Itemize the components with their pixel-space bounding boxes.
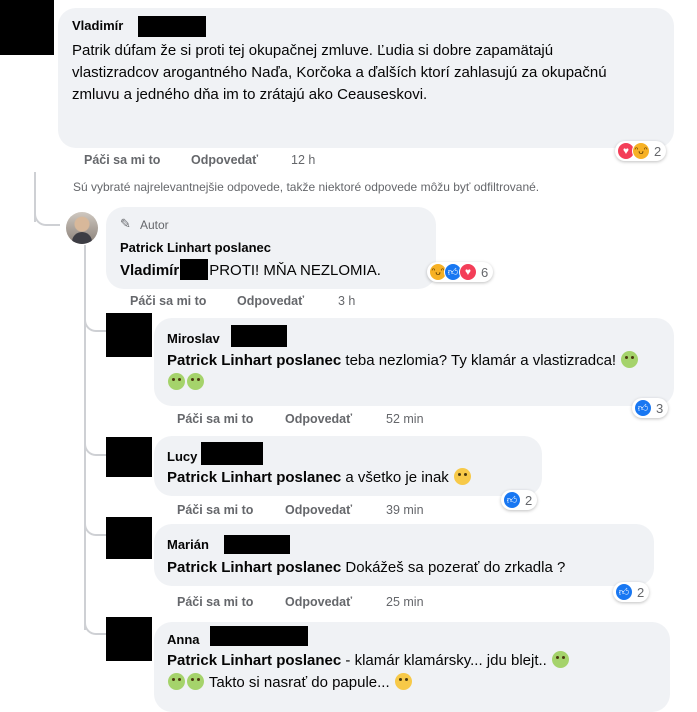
reply-button[interactable]: Odpovedať	[285, 503, 352, 517]
thread-elbow-marian	[84, 514, 106, 536]
reaction-count: 2	[637, 584, 645, 600]
name-redaction	[138, 16, 206, 37]
comment-text: Patrick Linhart poslanec teba nezlomia? …	[167, 350, 647, 394]
reaction-summary[interactable]: ♥ ᵔᴗᵔ 2	[615, 141, 667, 161]
name-redaction	[224, 535, 290, 554]
reply-button[interactable]: Odpovedať	[237, 294, 304, 308]
nauseated-face-icon	[187, 373, 204, 390]
comment-timestamp[interactable]: 52 min	[386, 412, 424, 426]
face-icon	[394, 673, 412, 690]
comment-timestamp[interactable]: 3 h	[338, 294, 355, 308]
comment-body: Dokážeš sa pozerať do zrkadla ?	[345, 559, 566, 576]
comment-body: PROTI! MŇA NEZLOMIA.	[209, 262, 381, 279]
name-redaction	[180, 259, 209, 280]
reply-button[interactable]: Odpovedať	[191, 153, 258, 167]
comment-timestamp[interactable]: 25 min	[386, 595, 424, 609]
thread-elbow-lucy	[84, 434, 106, 456]
comment-timestamp[interactable]: 39 min	[386, 503, 424, 517]
reaction-summary[interactable]: 👍︎ 2	[613, 582, 650, 602]
reaction-summary[interactable]: 👍︎ 3	[632, 398, 669, 418]
comment-bubble: Vladimír Patrik dúfam že si proti tej ok…	[58, 8, 674, 148]
pencil-icon: ✎	[120, 216, 131, 231]
nauseated-face-icon	[621, 351, 639, 368]
avatar-redacted[interactable]	[106, 437, 152, 477]
nauseated-face-icon	[187, 673, 204, 690]
comment-bubble: Miroslav Patrick Linhart poslanec teba n…	[154, 318, 674, 406]
thumbs-up-icon: 👍︎	[615, 583, 633, 601]
comment-text: Vladimír PROTI! MŇA NEZLOMIA.	[120, 259, 440, 282]
like-button[interactable]: Páči sa mi to	[84, 153, 160, 167]
mention-link[interactable]: Vladimír	[120, 262, 179, 279]
comment-author-name[interactable]: Miroslav	[167, 331, 220, 346]
author-badge: Autor	[140, 218, 169, 232]
avatar-redacted[interactable]	[0, 0, 54, 55]
comment-author-name[interactable]: Marián	[167, 537, 209, 552]
reaction-count: 3	[656, 400, 664, 416]
mention-link[interactable]: Patrick Linhart poslanec	[167, 652, 341, 669]
comment-bubble: ✎ Autor Patrick Linhart poslanec Vladimí…	[106, 207, 436, 289]
thinking-face-icon	[453, 468, 471, 485]
like-button[interactable]: Páči sa mi to	[177, 595, 253, 609]
avatar-redacted[interactable]	[106, 517, 152, 559]
reaction-count: 6	[481, 264, 489, 280]
mention-link[interactable]: Patrick Linhart poslanec	[167, 559, 341, 576]
like-button[interactable]: Páči sa mi to	[177, 412, 253, 426]
comment-bubble: Marián Patrick Linhart poslanec Dokážeš …	[154, 524, 654, 586]
comment-body: - klamár klamársky... jdu blejt..	[345, 652, 547, 669]
reply-button[interactable]: Odpovedať	[285, 412, 352, 426]
thumbs-up-icon: 👍︎	[503, 491, 521, 509]
thumbs-up-icon: 👍︎	[634, 399, 652, 417]
nauseated-face-icon	[168, 373, 185, 390]
comment-body-line-2: Takto si nasrať do papule...	[208, 674, 390, 691]
reaction-count: 2	[654, 143, 662, 159]
comment-text: Patrik dúfam že si proti tej okupačnej z…	[72, 42, 607, 103]
thread-elbow-miroslav	[84, 310, 106, 332]
comment-bubble: Lucy Patrick Linhart poslanec a všetko j…	[154, 436, 542, 496]
mention-link[interactable]: Patrick Linhart poslanec	[167, 469, 341, 486]
avatar-redacted[interactable]	[106, 617, 152, 661]
nauseated-face-icon	[168, 673, 185, 690]
nauseated-face-icon	[552, 651, 570, 668]
reaction-summary[interactable]: 👍︎ 2	[501, 490, 538, 510]
laughing-face-icon: ᵔᴗᵔ	[632, 142, 650, 160]
name-redaction	[201, 442, 263, 465]
comment-author-name[interactable]: Vladimír	[72, 18, 123, 33]
comment-author-name[interactable]: Lucy	[167, 449, 197, 464]
reaction-summary[interactable]: ᵔᴗᵔ 👍︎ ♥ 6	[427, 262, 494, 282]
name-redaction	[210, 626, 308, 646]
avatar-redacted[interactable]	[106, 313, 152, 357]
mention-link[interactable]: Patrick Linhart poslanec	[167, 352, 341, 369]
name-redaction	[231, 325, 287, 347]
comment-author-name[interactable]: Anna	[167, 632, 200, 647]
like-button[interactable]: Páči sa mi to	[177, 503, 253, 517]
reaction-count: 2	[525, 492, 533, 508]
author-avatar[interactable]	[66, 212, 98, 244]
comment-text: Patrick Linhart poslanec - klamár klamár…	[167, 650, 662, 694]
comment-bubble: Anna Patrick Linhart poslanec - klamár k…	[154, 622, 670, 712]
comment-author-name[interactable]: Patrick Linhart poslanec	[120, 240, 271, 255]
reply-button[interactable]: Odpovedať	[285, 595, 352, 609]
replies-filter-note: Sú vybraté najrelevantnejšie odpovede, t…	[73, 180, 540, 194]
like-button[interactable]: Páči sa mi to	[130, 294, 206, 308]
comment-timestamp[interactable]: 12 h	[291, 153, 315, 167]
comment-text: Patrick Linhart poslanec Dokážeš sa poze…	[167, 557, 647, 579]
comment-text: Patrick Linhart poslanec a všetko je ina…	[167, 467, 537, 489]
thread-elbow-author	[34, 200, 60, 226]
comment-body: teba nezlomia? Ty klamár a vlastizradca!	[345, 352, 617, 369]
comment-body: a všetko je inak	[345, 469, 449, 486]
heart-icon: ♥	[459, 263, 477, 281]
thread-elbow-anna	[84, 613, 106, 635]
